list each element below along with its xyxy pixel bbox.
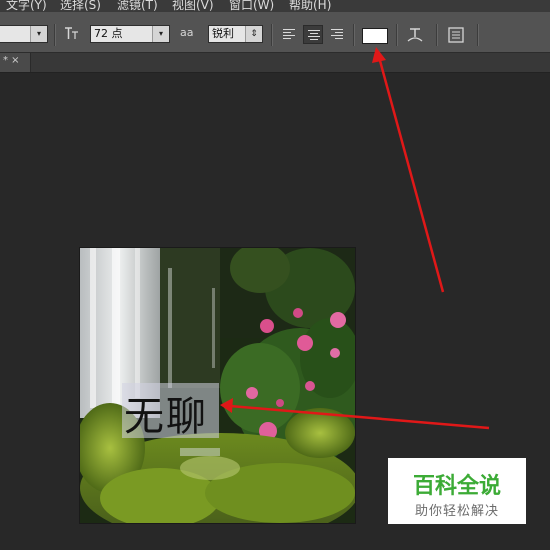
annotation-overlay — [220, 47, 490, 430]
arrow-to-color-swatch-icon — [372, 47, 445, 293]
photoshop-window: 文字(Y) 选择(S) 滤镜(T) 视图(V) 窗口(W) 帮助(H) ▾ 72… — [0, 0, 550, 550]
arrow-to-text-layer-icon — [220, 398, 490, 430]
